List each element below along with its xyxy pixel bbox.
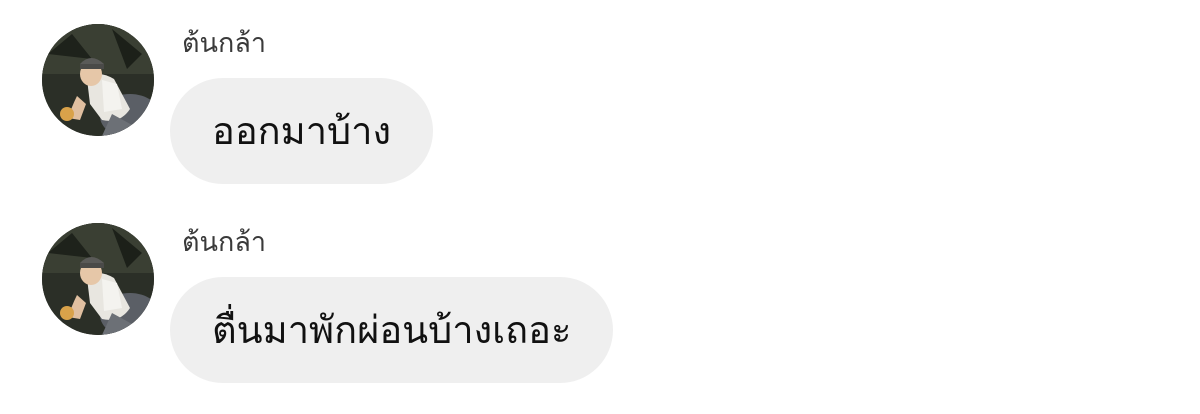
message-text: ตื่นมาพักผ่อนบ้างเถอะ [212, 308, 572, 352]
message-bubble[interactable]: ตื่นมาพักผ่อนบ้างเถอะ [170, 277, 614, 383]
sender-name: ต้นกล้า [182, 227, 267, 258]
message-text: ออกมาบ้าง [212, 109, 392, 153]
avatar[interactable] [42, 24, 154, 136]
message-bubble[interactable]: ออกมาบ้าง [170, 78, 434, 184]
sender-name: ต้นกล้า [182, 28, 267, 59]
avatar[interactable] [42, 223, 154, 335]
profile-photo-avatar-icon [42, 24, 154, 136]
profile-photo-avatar-icon [42, 223, 154, 335]
